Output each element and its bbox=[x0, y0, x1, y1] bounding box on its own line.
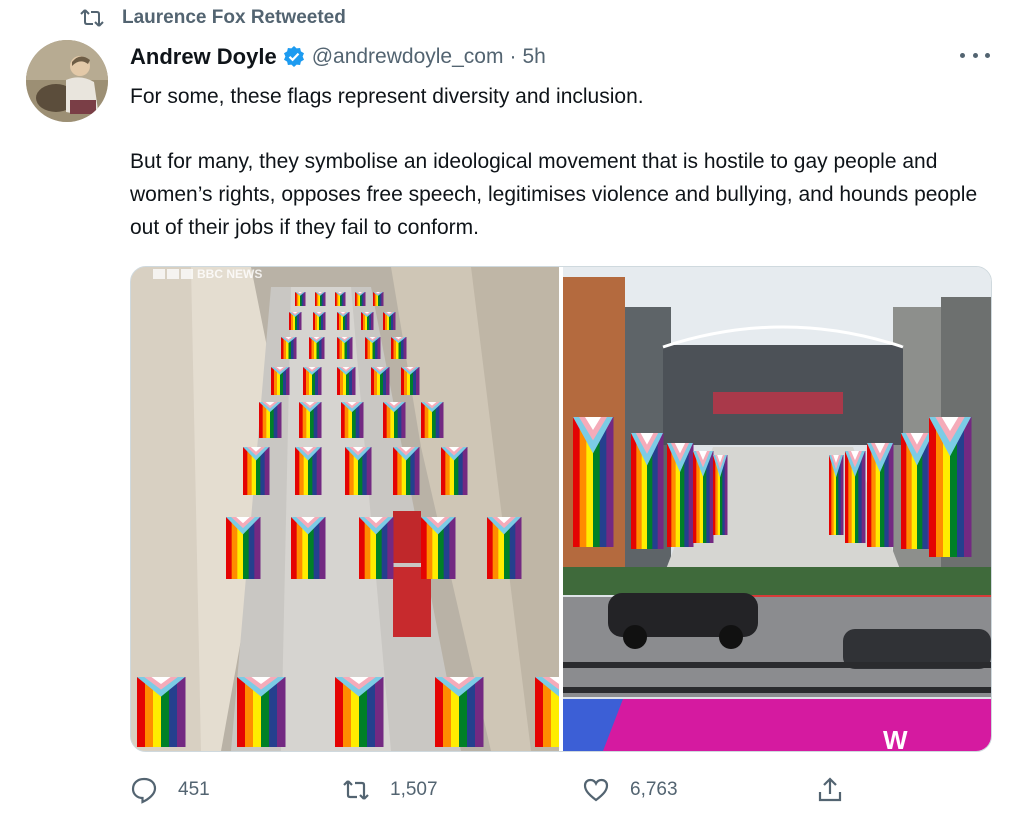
pride-flag bbox=[383, 402, 406, 438]
pride-flag bbox=[303, 367, 322, 395]
retweet-banner[interactable]: Laurence Fox Retweeted bbox=[80, 6, 346, 30]
like-button[interactable]: 6,763 bbox=[582, 772, 678, 808]
like-count: 6,763 bbox=[630, 779, 678, 800]
retweet-count: 1,507 bbox=[390, 779, 438, 800]
pride-flag bbox=[365, 337, 381, 359]
author-name[interactable]: Andrew Doyle bbox=[130, 44, 277, 70]
tweet-header: Andrew Doyle @andrewdoyle_com · 5h bbox=[130, 42, 546, 72]
pride-flag bbox=[309, 337, 325, 359]
more-options-icon[interactable] bbox=[960, 44, 990, 66]
retweet-icon bbox=[342, 776, 370, 804]
pride-flag bbox=[335, 292, 346, 306]
like-icon bbox=[582, 776, 610, 804]
pride-flag bbox=[391, 337, 407, 359]
pride-flag bbox=[259, 402, 282, 438]
tweet-actions: 451 1,507 6,763 bbox=[130, 772, 990, 808]
dot bbox=[960, 52, 965, 58]
dot bbox=[985, 52, 990, 58]
pride-flag bbox=[373, 292, 384, 306]
pride-flag bbox=[421, 402, 444, 438]
pride-flag bbox=[315, 292, 326, 306]
pride-flag bbox=[829, 455, 844, 535]
reply-count: 451 bbox=[178, 779, 210, 800]
retweet-banner-text: Laurence Fox Retweeted bbox=[122, 7, 346, 28]
pride-flag bbox=[289, 312, 302, 330]
tweet-text: For some, these flags represent diversit… bbox=[130, 80, 1000, 244]
pride-flag bbox=[337, 337, 353, 359]
pride-flag bbox=[713, 455, 728, 535]
pride-flag bbox=[401, 367, 420, 395]
pride-flag bbox=[243, 447, 270, 495]
reply-button[interactable]: 451 bbox=[130, 772, 210, 808]
tweet-paragraph: For some, these flags represent diversit… bbox=[130, 85, 644, 108]
pride-flag bbox=[667, 443, 694, 547]
pride-flag bbox=[341, 402, 364, 438]
pride-flag bbox=[929, 417, 972, 557]
pride-flag bbox=[355, 292, 366, 306]
pride-flag bbox=[271, 367, 290, 395]
pride-flag bbox=[845, 451, 866, 543]
pride-flag bbox=[237, 677, 286, 747]
retweet-icon bbox=[80, 8, 104, 28]
bbc-news-watermark: BBC NEWS bbox=[197, 267, 262, 281]
media-image-wembley[interactable]: W bbox=[563, 267, 991, 751]
author-handle[interactable]: @andrewdoyle_com bbox=[312, 45, 504, 69]
share-icon bbox=[816, 776, 844, 804]
pride-flag bbox=[299, 402, 322, 438]
pride-flag bbox=[226, 517, 261, 579]
avatar[interactable] bbox=[26, 40, 108, 122]
pride-flag bbox=[337, 367, 356, 395]
pride-flag bbox=[901, 433, 934, 549]
verified-badge-icon bbox=[282, 45, 306, 69]
pride-flag bbox=[291, 517, 326, 579]
dot bbox=[972, 52, 978, 58]
pride-flag bbox=[313, 312, 326, 330]
pride-flag bbox=[295, 292, 306, 306]
pride-flag bbox=[295, 447, 322, 495]
pride-flag bbox=[281, 337, 297, 359]
pride-flag bbox=[337, 312, 350, 330]
banner-letter: W bbox=[883, 725, 908, 751]
pride-flag bbox=[441, 447, 468, 495]
retweet-button[interactable]: 1,507 bbox=[342, 772, 438, 808]
pride-flag bbox=[345, 447, 372, 495]
pride-flag bbox=[335, 677, 384, 747]
tweet-media: BBC NEWS W bbox=[130, 266, 992, 752]
pride-flag bbox=[393, 447, 420, 495]
pride-flag bbox=[371, 367, 390, 395]
pride-flag bbox=[867, 443, 894, 547]
pride-flag bbox=[137, 677, 186, 747]
tweet-timestamp[interactable]: 5h bbox=[522, 45, 545, 69]
pride-flag bbox=[573, 417, 614, 547]
tweet-paragraph: But for many, they symbolise an ideologi… bbox=[130, 150, 978, 239]
pride-flag bbox=[693, 451, 714, 543]
pride-flag bbox=[487, 517, 522, 579]
pride-flag bbox=[631, 433, 664, 549]
pride-flag bbox=[361, 312, 374, 330]
pride-flag bbox=[435, 677, 484, 747]
pride-flag bbox=[383, 312, 396, 330]
pride-flag bbox=[421, 517, 456, 579]
reply-icon bbox=[130, 776, 158, 804]
media-image-regent-street[interactable]: BBC NEWS bbox=[131, 267, 559, 751]
share-button[interactable] bbox=[816, 772, 844, 808]
separator-dot: · bbox=[509, 45, 517, 68]
pride-flag bbox=[359, 517, 394, 579]
pride-flag bbox=[535, 677, 559, 747]
